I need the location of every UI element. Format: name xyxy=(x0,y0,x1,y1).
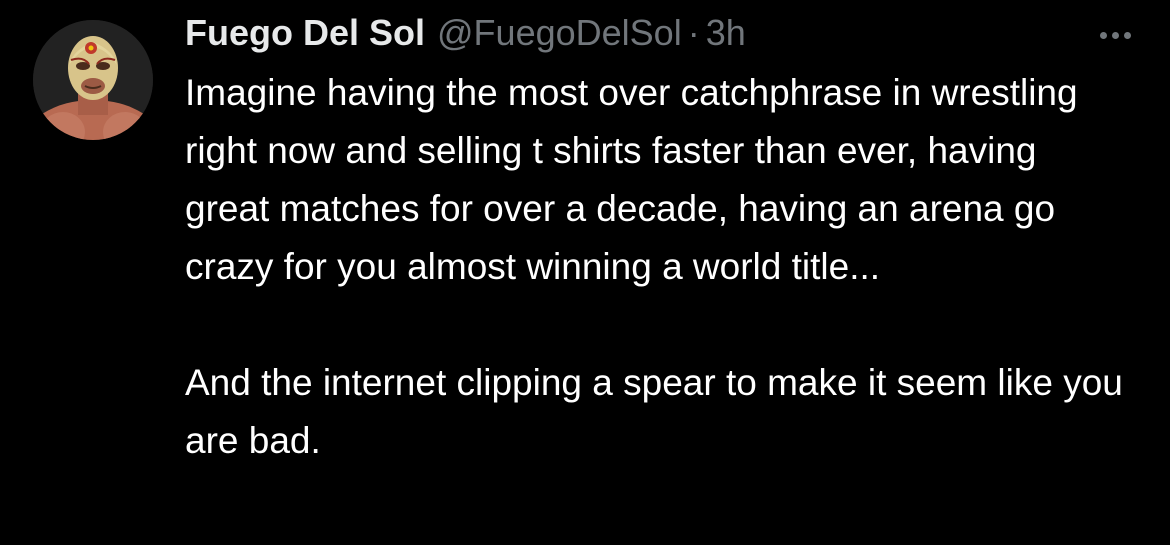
masked-wrestler-avatar-icon xyxy=(33,20,153,140)
tweet-paragraph-2: And the internet clipping a spear to mak… xyxy=(185,362,1123,461)
author-avatar[interactable] xyxy=(33,20,153,140)
more-dot xyxy=(1111,31,1119,39)
tweet-timestamp[interactable]: 3h xyxy=(706,12,746,54)
more-horizontal-icon[interactable] xyxy=(1090,20,1140,50)
more-dot xyxy=(1099,31,1107,39)
tweet-header: Fuego Del Sol @FuegoDelSol · 3h xyxy=(185,12,1135,64)
tweet-content: Fuego Del Sol @FuegoDelSol · 3h Imagine … xyxy=(185,12,1135,470)
author-handle[interactable]: @FuegoDelSol xyxy=(437,12,682,54)
more-dot xyxy=(1123,31,1131,39)
tweet[interactable]: Fuego Del Sol @FuegoDelSol · 3h Imagine … xyxy=(0,0,1170,545)
header-separator: · xyxy=(687,12,700,53)
tweet-paragraph-1: Imagine having the most over catchphrase… xyxy=(185,72,1078,287)
tweet-body: Imagine having the most over catchphrase… xyxy=(185,64,1130,470)
author-display-name[interactable]: Fuego Del Sol xyxy=(185,12,425,54)
